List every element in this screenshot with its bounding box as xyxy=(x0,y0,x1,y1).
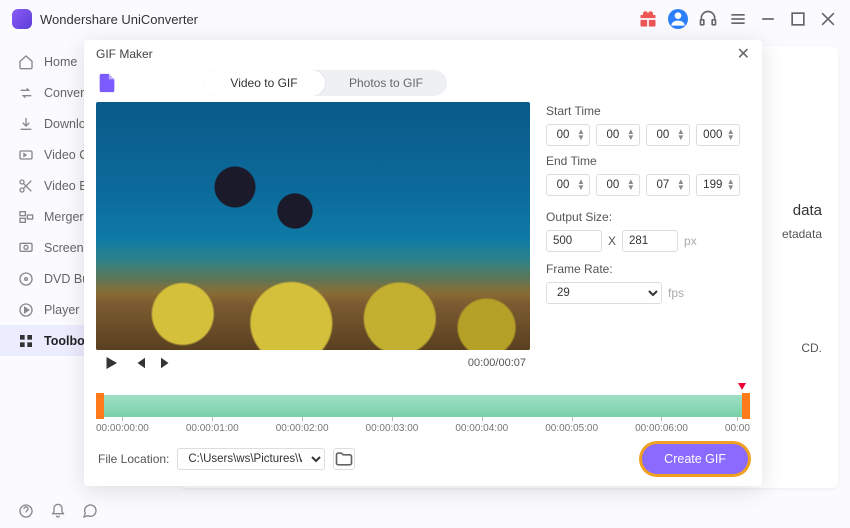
end-ms-stepper[interactable]: 199▲▼ xyxy=(696,174,740,196)
feedback-icon[interactable] xyxy=(82,503,98,519)
menu-icon[interactable] xyxy=(728,9,748,29)
output-size-label: Output Size: xyxy=(546,210,750,224)
tab-photos-to-gif[interactable]: Photos to GIF xyxy=(325,70,447,96)
headset-icon[interactable] xyxy=(698,9,718,29)
frame-unit: fps xyxy=(668,286,684,300)
tab-video-to-gif[interactable]: Video to GIF xyxy=(203,70,325,96)
browse-folder-button[interactable] xyxy=(333,448,355,470)
prev-frame-button[interactable] xyxy=(130,354,148,372)
end-hh-stepper[interactable]: 00▲▼ xyxy=(546,174,590,196)
grid-icon xyxy=(18,333,34,349)
file-location-label: File Location: xyxy=(98,452,169,466)
timeline-ticks: 00:00:00:00 00:00:01:00 00:00:02:00 00:0… xyxy=(96,423,750,434)
sidebar-item-label: Home xyxy=(44,55,77,69)
create-gif-button[interactable]: Create GIF xyxy=(642,444,748,474)
merge-icon xyxy=(18,209,34,225)
start-ms-stepper[interactable]: 000▲▼ xyxy=(696,124,740,146)
app-logo xyxy=(12,9,32,29)
start-hh-stepper[interactable]: 00▲▼ xyxy=(546,124,590,146)
add-file-button[interactable] xyxy=(96,72,118,94)
output-height-input[interactable] xyxy=(622,230,678,252)
gif-maker-modal: GIF Maker ✕ Video to GIF Photos to GIF 0… xyxy=(84,40,762,486)
file-location-select[interactable]: C:\Users\ws\Pictures\Wonders xyxy=(177,448,325,470)
time-display: 00:00/00:07 xyxy=(468,357,526,369)
end-ss-stepper[interactable]: 07▲▼ xyxy=(646,174,690,196)
start-ss-stepper[interactable]: 00▲▼ xyxy=(646,124,690,146)
modal-title: GIF Maker xyxy=(96,47,153,61)
timeline-handle-right[interactable] xyxy=(742,393,750,419)
maximize-button[interactable] xyxy=(788,9,808,29)
disc-icon xyxy=(18,271,34,287)
timeline-handle-left[interactable] xyxy=(96,393,104,419)
mode-tabs: Video to GIF Photos to GIF xyxy=(203,70,447,96)
sidebar-item-label: Player xyxy=(44,303,79,317)
minimize-button[interactable] xyxy=(758,9,778,29)
scissors-icon xyxy=(18,178,34,194)
avatar[interactable] xyxy=(668,9,688,29)
play-button[interactable] xyxy=(102,354,120,372)
home-icon xyxy=(18,54,34,70)
timeline[interactable] xyxy=(96,389,750,419)
end-mm-stepper[interactable]: 00▲▼ xyxy=(596,174,640,196)
size-unit: px xyxy=(684,234,697,248)
frame-rate-select[interactable]: 29 xyxy=(546,282,662,304)
close-button[interactable] xyxy=(818,9,838,29)
video-preview[interactable] xyxy=(96,102,530,350)
frame-rate-label: Frame Rate: xyxy=(546,262,750,276)
download-icon xyxy=(18,116,34,132)
compress-icon xyxy=(18,147,34,163)
close-icon[interactable]: ✕ xyxy=(737,44,750,64)
playhead-marker[interactable] xyxy=(738,383,746,390)
play-icon xyxy=(18,302,34,318)
output-width-input[interactable] xyxy=(546,230,602,252)
start-time-label: Start Time xyxy=(546,104,750,118)
convert-icon xyxy=(18,85,34,101)
next-frame-button[interactable] xyxy=(158,354,176,372)
gift-icon[interactable] xyxy=(638,9,658,29)
start-mm-stepper[interactable]: 00▲▼ xyxy=(596,124,640,146)
sidebar-item-label: Merger xyxy=(44,210,84,224)
end-time-label: End Time xyxy=(546,154,750,168)
record-icon xyxy=(18,240,34,256)
size-sep: X xyxy=(608,234,616,248)
help-icon[interactable] xyxy=(18,503,34,519)
app-title: Wondershare UniConverter xyxy=(40,12,198,27)
bell-icon[interactable] xyxy=(50,503,66,519)
